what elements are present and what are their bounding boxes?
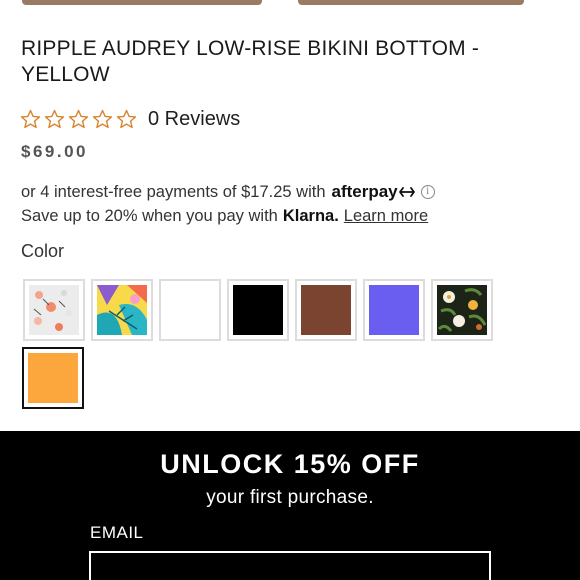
swatch-fill	[29, 285, 79, 335]
star-rating	[20, 109, 137, 130]
swatch-fill	[28, 353, 78, 403]
swatch-fill	[97, 285, 147, 335]
afterpay-arrows-icon	[398, 187, 415, 197]
star-icon	[44, 109, 65, 128]
klarna-logo: Klarna.	[282, 207, 339, 225]
info-icon[interactable]: i	[420, 185, 435, 199]
product-image-strip	[0, 0, 580, 6]
promo-title: UNLOCK 15% OFF	[160, 449, 420, 479]
color-swatch-floral-white[interactable]	[23, 279, 85, 341]
product-image-thumbnail[interactable]	[22, 0, 262, 5]
swatch-fill	[369, 285, 419, 335]
star-icon	[92, 109, 113, 128]
star-icon	[20, 109, 41, 128]
product-image-thumbnail[interactable]	[298, 0, 524, 5]
product-price: $69.00	[21, 142, 88, 161]
color-swatch-yellow[interactable]	[22, 347, 84, 409]
learn-more-link[interactable]: Learn more	[344, 207, 428, 226]
reviews-count-link[interactable]: 0 Reviews	[148, 108, 240, 131]
color-swatch-brown[interactable]	[295, 279, 357, 341]
swatch-fill	[165, 285, 215, 335]
afterpay-logo[interactable]: afterpay	[332, 182, 415, 202]
email-signup-banner: UNLOCK 15% OFF your first purchase. EMAI…	[0, 431, 580, 580]
color-swatch-white[interactable]	[159, 279, 221, 341]
promo-subtitle: your first purchase.	[206, 487, 374, 508]
swatch-fill	[301, 285, 351, 335]
afterpay-message: or 4 interest-free payments of $17.25 wi…	[21, 182, 435, 202]
email-label: EMAIL	[90, 523, 144, 542]
swatch-fill	[233, 285, 283, 335]
color-label: Color	[21, 241, 65, 261]
swatch-fill	[437, 285, 487, 335]
rating-row[interactable]: 0 Reviews	[20, 106, 240, 132]
klarna-text: Save up to 20% when you pay with	[21, 207, 278, 225]
afterpay-brand-text: afterpay	[331, 182, 398, 201]
color-swatch-periwinkle[interactable]	[363, 279, 425, 341]
color-swatch-dark-floral[interactable]	[431, 279, 493, 341]
email-input[interactable]	[89, 551, 491, 580]
color-swatch-tropical-print[interactable]	[91, 279, 153, 341]
product-title: RIPPLE AUDREY LOW-RISE BIKINI BOTTOM - Y…	[21, 37, 480, 86]
klarna-message: Save up to 20% when you pay with Klarna.…	[21, 207, 428, 226]
afterpay-text: or 4 interest-free payments of $17.25 wi…	[21, 182, 326, 201]
star-icon	[68, 109, 89, 128]
star-icon	[116, 109, 137, 128]
color-swatch-black[interactable]	[227, 279, 289, 341]
